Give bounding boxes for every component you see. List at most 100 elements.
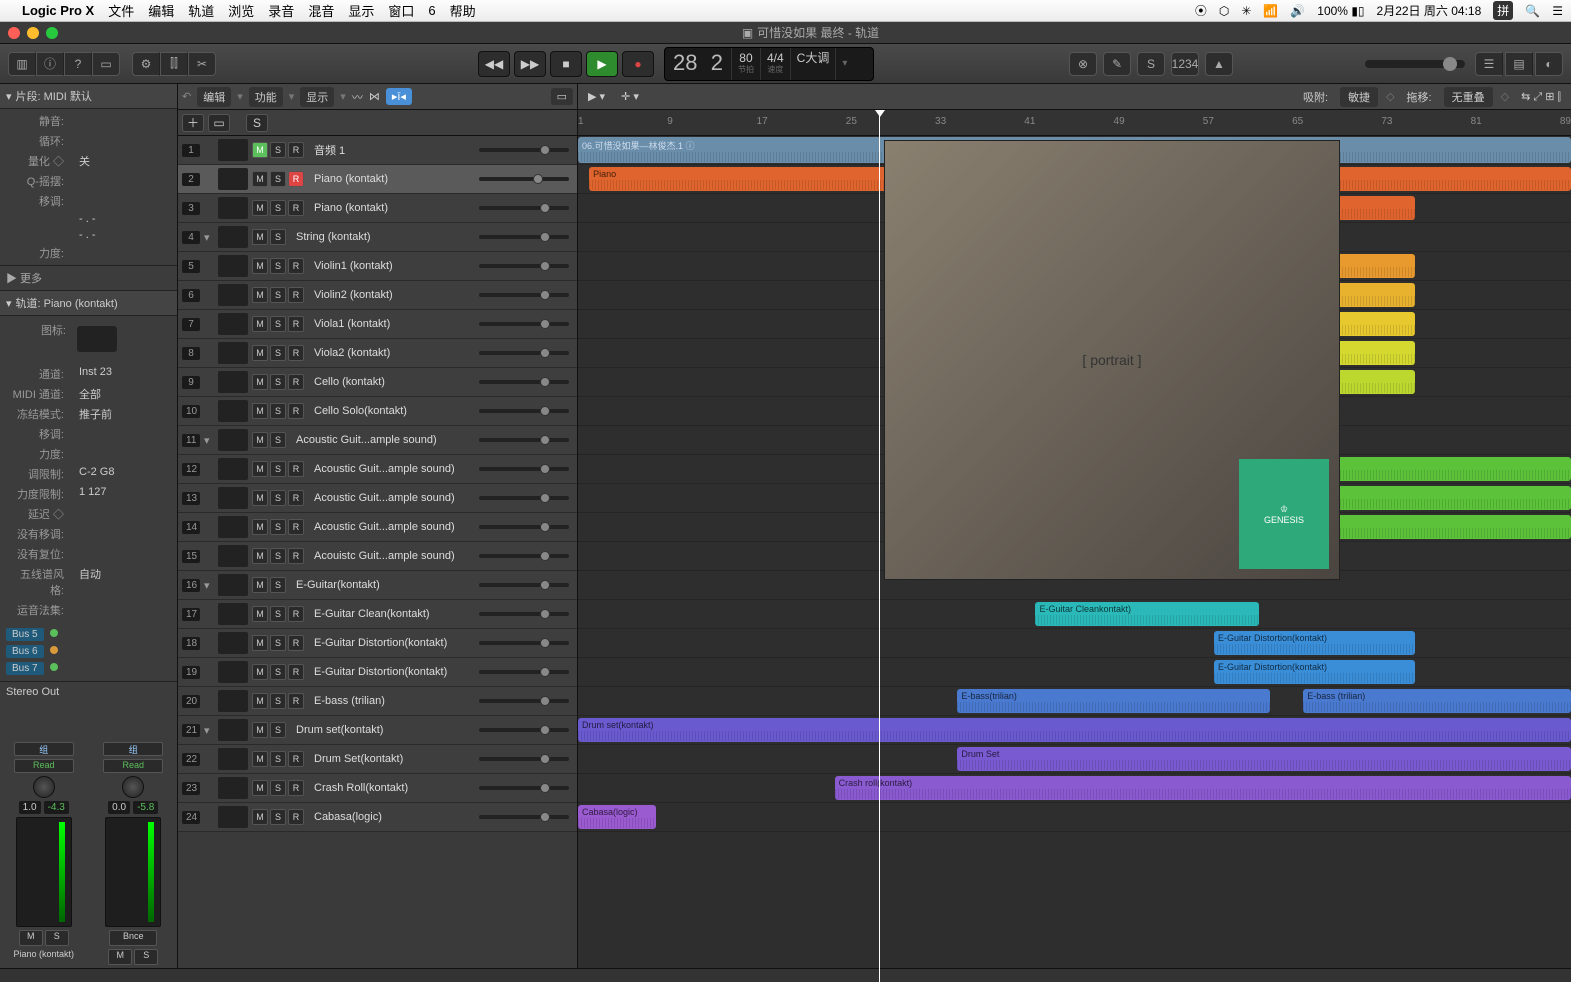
track-name[interactable]: Viola2 (kontakt) bbox=[308, 347, 475, 359]
track-name[interactable]: Cello Solo(kontakt) bbox=[308, 405, 475, 417]
ime-indicator[interactable]: 拼 bbox=[1493, 1, 1513, 20]
record-enable-button[interactable]: R bbox=[288, 374, 304, 390]
track-volume-slider[interactable] bbox=[479, 264, 569, 268]
solo-button[interactable]: S bbox=[270, 809, 286, 825]
menu-view[interactable]: 显示 bbox=[348, 1, 374, 20]
notepad-button[interactable]: ▤ bbox=[1505, 52, 1533, 76]
mute-button[interactable]: M bbox=[252, 635, 268, 651]
close-button[interactable] bbox=[8, 27, 20, 39]
record-enable-button[interactable]: R bbox=[288, 142, 304, 158]
track-volume-slider[interactable] bbox=[479, 177, 569, 181]
track-row[interactable]: 7 M S R Viola1 (kontakt) bbox=[178, 310, 577, 339]
mute-button[interactable]: M bbox=[252, 548, 268, 564]
record-enable-button[interactable]: R bbox=[288, 519, 304, 535]
spotlight-icon[interactable]: 🔍 bbox=[1525, 4, 1540, 18]
menu-window[interactable]: 窗口 bbox=[388, 1, 414, 20]
inspector-row[interactable]: 力度限制:1 127 bbox=[4, 484, 173, 504]
track-row[interactable]: 14 M S R Acoustic Guit...ample sound) bbox=[178, 513, 577, 542]
record-enable-button[interactable]: R bbox=[288, 635, 304, 651]
inspector-row[interactable]: 运音法集: bbox=[4, 600, 173, 620]
midi-region[interactable]: Cabasa(logic) bbox=[578, 805, 656, 829]
midi-region[interactable]: E-bass(trilian) bbox=[957, 689, 1269, 713]
track-volume-slider[interactable] bbox=[479, 438, 569, 442]
region-inspector-header[interactable]: ▾ 片段: MIDI 默认 bbox=[0, 84, 177, 109]
track-name[interactable]: Cabasa(logic) bbox=[308, 811, 475, 823]
inspector-row[interactable]: 延迟 ◇ bbox=[4, 504, 173, 524]
track-name[interactable]: Violin2 (kontakt) bbox=[308, 289, 475, 301]
track-row[interactable]: 9 M S R Cello (kontakt) bbox=[178, 368, 577, 397]
flex-icon[interactable]: ⋈ bbox=[369, 90, 380, 103]
mute-button[interactable]: M bbox=[252, 577, 268, 593]
track-row[interactable]: 2 M S R Piano (kontakt) bbox=[178, 165, 577, 194]
track-inspector-header[interactable]: ▾ 轨道: Piano (kontakt) bbox=[0, 291, 177, 316]
track-name[interactable]: Violin1 (kontakt) bbox=[308, 260, 475, 272]
fader-left[interactable] bbox=[16, 817, 72, 927]
alt-tool[interactable]: ✛ ▾ bbox=[617, 89, 643, 104]
playhead[interactable] bbox=[879, 110, 880, 982]
mute-button[interactable]: M bbox=[252, 722, 268, 738]
track-volume-slider[interactable] bbox=[479, 293, 569, 297]
midi-region[interactable]: E-Guitar Distortion(kontakt) bbox=[1214, 660, 1415, 684]
solo-button[interactable]: S bbox=[270, 258, 286, 274]
solo-button[interactable]: S bbox=[270, 200, 286, 216]
track-row[interactable]: 5 M S R Violin1 (kontakt) bbox=[178, 252, 577, 281]
track-volume-slider[interactable] bbox=[479, 351, 569, 355]
track-row[interactable]: 13 M S R Acoustic Guit...ample sound) bbox=[178, 484, 577, 513]
app-name[interactable]: Logic Pro X bbox=[22, 3, 94, 18]
solo-button[interactable]: S bbox=[270, 722, 286, 738]
mute-button[interactable]: M bbox=[252, 171, 268, 187]
record-enable-button[interactable]: R bbox=[288, 287, 304, 303]
midi-region[interactable]: Crash roll(kontakt) bbox=[835, 776, 1571, 800]
mute-button[interactable]: M bbox=[252, 200, 268, 216]
bus-5[interactable]: Bus 5 bbox=[6, 628, 44, 641]
track-volume-slider[interactable] bbox=[479, 322, 569, 326]
record-enable-button[interactable]: R bbox=[288, 316, 304, 332]
metronome-button[interactable]: ▲ bbox=[1205, 52, 1233, 76]
track-row[interactable]: 19 M S R E-Guitar Distortion(kontakt) bbox=[178, 658, 577, 687]
inspector-row[interactable]: 冻结模式:推子前 bbox=[4, 404, 173, 424]
status-icon[interactable]: ⦿ bbox=[1195, 2, 1207, 19]
track-name[interactable]: E-Guitar Clean(kontakt) bbox=[308, 608, 475, 620]
track-row[interactable]: 1 M S R 音频 1 bbox=[178, 136, 577, 165]
track-row[interactable]: 22 M S R Drum Set(kontakt) bbox=[178, 745, 577, 774]
menu-edit[interactable]: 编辑 bbox=[148, 1, 174, 20]
mute-button[interactable]: M bbox=[252, 258, 268, 274]
menu-browse[interactable]: 浏览 bbox=[228, 1, 254, 20]
track-volume-slider[interactable] bbox=[479, 467, 569, 471]
track-volume-slider[interactable] bbox=[479, 728, 569, 732]
solo-right[interactable]: S bbox=[134, 949, 158, 965]
zoom-tools[interactable]: ⇆ ⤢ ⊞ ⫿ bbox=[1517, 89, 1565, 105]
track-header-back[interactable]: ↶ bbox=[182, 90, 191, 103]
mute-button[interactable]: M bbox=[252, 809, 268, 825]
inspector-button[interactable]: ⓘ bbox=[36, 52, 64, 76]
mute-button[interactable]: M bbox=[252, 403, 268, 419]
bus-7[interactable]: Bus 7 bbox=[6, 662, 44, 675]
menu-help[interactable]: 帮助 bbox=[450, 1, 476, 20]
lane[interactable]: E-Guitar Distortion(kontakt) bbox=[578, 658, 1571, 687]
automation-icon[interactable]: 〰 bbox=[352, 89, 363, 105]
mute-button[interactable]: M bbox=[252, 432, 268, 448]
inspector-row[interactable]: 循环: bbox=[4, 131, 173, 151]
volume-icon[interactable]: 🔊 bbox=[1290, 4, 1305, 18]
menu-6[interactable]: 6 bbox=[428, 3, 435, 18]
inspector-row[interactable]: - . - bbox=[4, 227, 173, 243]
track-volume-slider[interactable] bbox=[479, 496, 569, 500]
inspector-row[interactable]: 通道:Inst 23 bbox=[4, 364, 173, 384]
record-button[interactable]: ● bbox=[622, 51, 654, 77]
hex-icon[interactable]: ⬡ bbox=[1219, 4, 1229, 18]
track-volume-slider[interactable] bbox=[479, 525, 569, 529]
track-name[interactable]: 音频 1 bbox=[308, 142, 475, 158]
solo-button[interactable]: S bbox=[270, 635, 286, 651]
duplicate-track-button[interactable]: ▭ bbox=[208, 114, 230, 132]
lcd-display[interactable]: 28 2 80节拍 4/4速度 C大调 ▾ bbox=[664, 47, 874, 81]
track-row[interactable]: 6 M S R Violin2 (kontakt) bbox=[178, 281, 577, 310]
inspector-row[interactable]: MIDI 通道:全部 bbox=[4, 384, 173, 404]
play-button[interactable]: ▶ bbox=[586, 51, 618, 77]
lane[interactable]: E-Guitar Distortion(kontakt) bbox=[578, 629, 1571, 658]
mute-left[interactable]: M bbox=[19, 930, 43, 946]
track-func-menu[interactable]: 功能 bbox=[249, 87, 283, 107]
track-name[interactable]: E-Guitar Distortion(kontakt) bbox=[308, 637, 475, 649]
track-row[interactable]: 3 M S R Piano (kontakt) bbox=[178, 194, 577, 223]
track-row[interactable]: 21 ▾ M S Drum set(kontakt) bbox=[178, 716, 577, 745]
library-button[interactable]: ▥ bbox=[8, 52, 36, 76]
